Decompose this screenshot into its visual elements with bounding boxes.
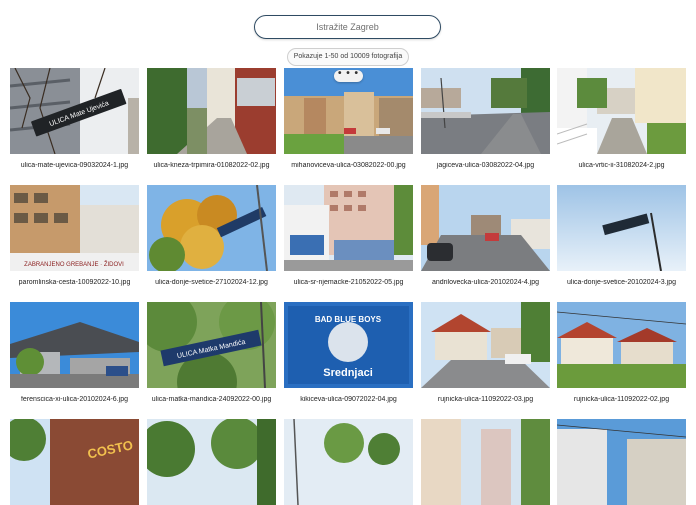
photo-thumbnail[interactable] xyxy=(147,185,276,271)
photo-thumbnail[interactable] xyxy=(421,185,550,271)
photo-filename: ulica-mate-ujevica-09032024-1.jpg xyxy=(20,162,129,169)
photo-thumbnail[interactable] xyxy=(557,185,686,271)
photo-filename: rujnicka-ulica-11092022-02.jpg xyxy=(573,396,670,403)
photo-thumbnail[interactable] xyxy=(421,68,550,154)
photo-card[interactable]: ulica-sr-njemacke-21052022-05.jpg xyxy=(284,185,413,286)
photo-card[interactable]: ZABRANJENO GREBANJE · ŽIDOVI paromlinska… xyxy=(10,185,139,286)
photo-card[interactable]: ulica-vrtic-ii-31082024-2.jpg xyxy=(557,68,686,169)
photo-thumbnail[interactable] xyxy=(284,185,413,271)
photo-card[interactable]: BAD BLUE BOYS Srednjaci kikiceva-ulica-0… xyxy=(284,302,413,403)
photo-thumbnail[interactable]: • • • xyxy=(284,68,413,154)
photo-filename: mihanoviceva-ulica-03082022-00.jpg xyxy=(291,162,406,169)
photo-card[interactable]: ulica-donje-svetice-20102024-3.jpg xyxy=(557,185,686,286)
photo-filename: ferenscica-xi-ulica-20102024-6.jpg xyxy=(20,396,128,403)
photo-thumbnail[interactable] xyxy=(421,302,550,388)
photo-card[interactable]: rujnicka-ulica-11092022-02.jpg xyxy=(557,302,686,403)
photo-filename: andrilovecka-ulica-20102024-4.jpg xyxy=(431,279,539,286)
photo-card[interactable] xyxy=(284,419,413,505)
photo-card[interactable]: COSTO xyxy=(10,419,139,505)
photo-card[interactable]: ULICA Matka Mandića ulica-matka-mandica-… xyxy=(147,302,276,403)
photo-filename: ulica-sr-njemacke-21052022-05.jpg xyxy=(293,279,404,286)
photo-filename: kikiceva-ulica-09072022-04.jpg xyxy=(300,396,397,403)
photo-thumbnail[interactable] xyxy=(421,419,550,505)
photo-grid: ULICA Mate Ujevića ulica-mate-ujevica-09… xyxy=(0,0,696,505)
photo-filename: rujnicka-ulica-11092022-03.jpg xyxy=(437,396,534,403)
photo-filename: ulica-matka-mandica-24092022-00.jpg xyxy=(151,396,272,403)
photo-card[interactable]: ULICA Mate Ujevića ulica-mate-ujevica-09… xyxy=(10,68,139,169)
mural-subtitle-text: Srednjaci xyxy=(323,367,373,379)
photo-thumbnail[interactable] xyxy=(557,419,686,505)
photo-card[interactable]: ulica-kneza-trpimira-01082022-02.jpg xyxy=(147,68,276,169)
photo-thumbnail[interactable] xyxy=(557,302,686,388)
photo-thumbnail[interactable]: BAD BLUE BOYS Srednjaci xyxy=(284,302,413,388)
photo-card[interactable]: • • • mihanoviceva-ulica-03082022-00.jpg xyxy=(284,68,413,169)
graffiti-text: ZABRANJENO GREBANJE · ŽIDOVI xyxy=(24,260,124,268)
photo-thumbnail[interactable] xyxy=(10,302,139,388)
photo-thumbnail[interactable]: COSTO xyxy=(10,419,139,505)
photo-thumbnail[interactable]: ULICA Matka Mandića xyxy=(147,302,276,388)
photo-thumbnail[interactable]: ULICA Mate Ujevića xyxy=(10,68,139,154)
photo-card[interactable]: rujnicka-ulica-11092022-03.jpg xyxy=(421,302,550,403)
photo-thumbnail[interactable] xyxy=(557,68,686,154)
photo-filename: ulica-vrtic-ii-31082024-2.jpg xyxy=(578,162,665,169)
photo-filename: paromlinska-cesta-10092022-10.jpg xyxy=(18,279,131,286)
photo-card[interactable]: jagiceva-ulica-03082022-04.jpg xyxy=(421,68,550,169)
more-options-button[interactable]: • • • xyxy=(334,69,363,82)
photo-filename: ulica-donje-svetice-27102024-12.jpg xyxy=(155,279,268,286)
photo-card[interactable] xyxy=(147,419,276,505)
photo-thumbnail[interactable] xyxy=(147,419,276,505)
photo-card[interactable] xyxy=(557,419,686,505)
photo-card[interactable]: ulica-donje-svetice-27102024-12.jpg xyxy=(147,185,276,286)
mural-title-text: BAD BLUE BOYS xyxy=(315,315,382,324)
photo-filename: ulica-kneza-trpimira-01082022-02.jpg xyxy=(153,162,270,169)
photo-filename: ulica-donje-svetice-20102024-3.jpg xyxy=(567,279,676,286)
photo-thumbnail[interactable]: ZABRANJENO GREBANJE · ŽIDOVI xyxy=(10,185,139,271)
photo-card[interactable] xyxy=(421,419,550,505)
photo-filename: jagiceva-ulica-03082022-04.jpg xyxy=(436,162,535,169)
photo-card[interactable]: ferenscica-xi-ulica-20102024-6.jpg xyxy=(10,302,139,403)
photo-thumbnail[interactable] xyxy=(284,419,413,505)
photo-card[interactable]: andrilovecka-ulica-20102024-4.jpg xyxy=(421,185,550,286)
photo-thumbnail[interactable] xyxy=(147,68,276,154)
